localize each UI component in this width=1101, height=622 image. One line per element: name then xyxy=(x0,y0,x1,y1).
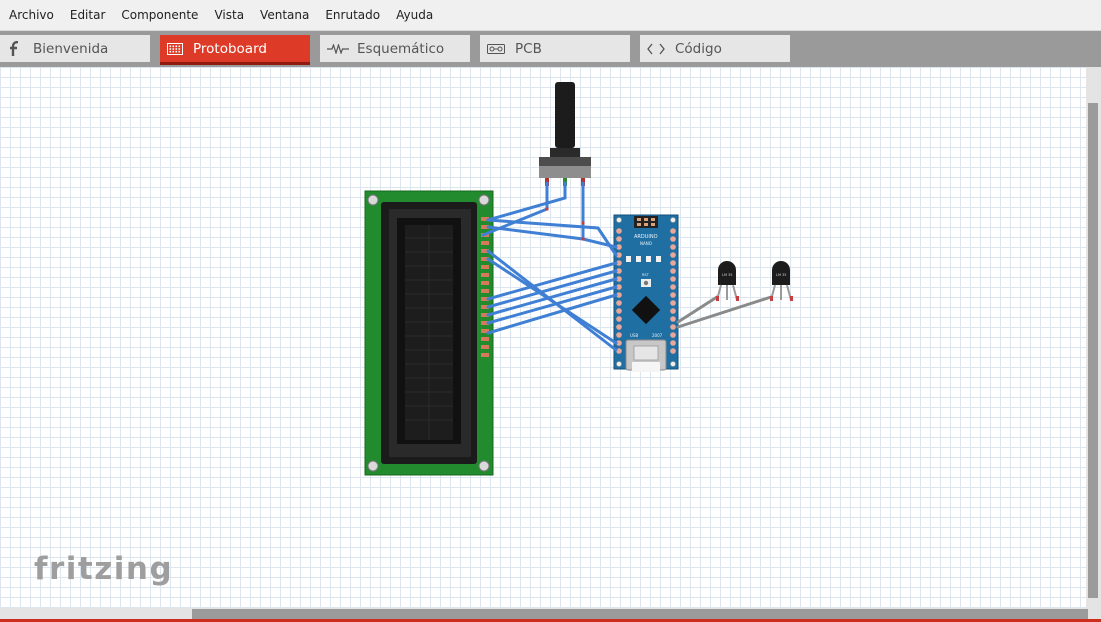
menu-ventana[interactable]: Ventana xyxy=(252,0,317,31)
menu-editar[interactable]: Editar xyxy=(62,0,114,31)
lcd-display[interactable] xyxy=(364,190,494,476)
circuit-drawing: ARDUINO NANO RST USB 2007 LM 35 LM 35 xyxy=(364,82,793,476)
tab-pcb[interactable]: PCB xyxy=(480,35,630,62)
menu-ayuda[interactable]: Ayuda xyxy=(388,0,441,31)
fritzing-f-icon xyxy=(7,40,23,56)
resistor-icon xyxy=(327,42,349,56)
tab-esquematico[interactable]: Esquemático xyxy=(320,35,470,62)
tab-label: Código xyxy=(675,40,722,57)
breadboard-icon xyxy=(167,42,183,56)
board-year-label: 2007 xyxy=(652,333,663,338)
vertical-scroll-thumb[interactable] xyxy=(1088,103,1098,598)
horizontal-scroll-thumb[interactable] xyxy=(192,609,1088,619)
blue-wires xyxy=(481,181,618,352)
tab-protoboard[interactable]: Protoboard xyxy=(160,35,310,65)
view-tab-bar: Bienvenida Protoboard Esquemático PCB Có… xyxy=(0,31,1101,67)
menu-bar: Archivo Editar Componente Vista Ventana … xyxy=(0,0,1101,31)
fritzing-logo: fritzing xyxy=(34,551,174,587)
menu-componente[interactable]: Componente xyxy=(113,0,206,31)
menu-enrutado[interactable]: Enrutado xyxy=(317,0,388,31)
arduino-nano[interactable]: ARDUINO NANO RST USB 2007 xyxy=(613,214,679,372)
vertical-scrollbar[interactable] xyxy=(1086,67,1101,610)
sensor-label: LM 35 xyxy=(722,273,733,277)
menu-archivo[interactable]: Archivo xyxy=(2,0,62,31)
code-icon xyxy=(647,42,665,56)
pcb-icon xyxy=(487,42,505,56)
tab-label: PCB xyxy=(515,40,542,57)
tab-label: Bienvenida xyxy=(33,40,109,57)
tab-bienvenida[interactable]: Bienvenida xyxy=(0,35,150,62)
board-usb-label: USB xyxy=(630,333,638,338)
board-rst-label: RST xyxy=(642,273,650,277)
board-subtitle: NANO xyxy=(640,241,652,246)
tab-codigo[interactable]: Código xyxy=(640,35,790,62)
lm35-sensor[interactable]: LM 35 xyxy=(770,261,793,301)
gray-wires xyxy=(676,295,773,329)
sensor-label: LM 35 xyxy=(776,273,787,277)
tab-label: Protoboard xyxy=(193,40,267,57)
potentiometer[interactable] xyxy=(539,82,591,186)
breadboard-canvas[interactable]: ARDUINO NANO RST USB 2007 LM 35 LM 35 xyxy=(0,67,1101,622)
lm35-sensor[interactable]: LM 35 xyxy=(716,261,739,301)
menu-vista[interactable]: Vista xyxy=(206,0,252,31)
board-title: ARDUINO xyxy=(634,234,658,240)
tab-label: Esquemático xyxy=(357,40,445,57)
